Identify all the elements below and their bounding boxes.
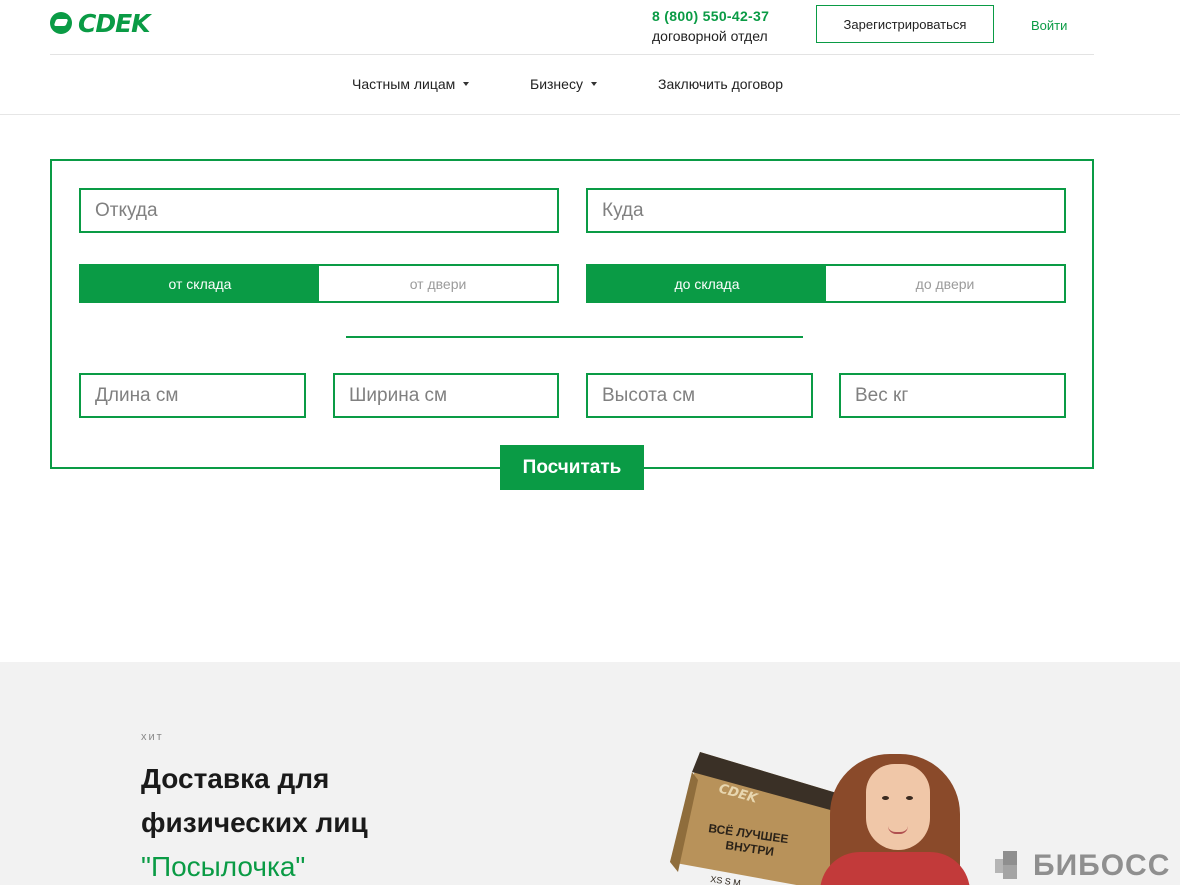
caret-down-icon — [463, 82, 470, 86]
weight-field[interactable] — [839, 373, 1066, 418]
to-type-toggle: до склада до двери — [586, 264, 1066, 303]
promo-title[interactable]: Доставка для физических лиц "Посылочка" — [141, 757, 368, 885]
caret-down-icon — [590, 82, 597, 86]
nav-item-label: Частным лицам — [352, 76, 456, 92]
promo-tag: хит — [141, 731, 164, 743]
to-input[interactable] — [588, 190, 1064, 231]
nav-item-business[interactable]: Бизнесу — [530, 76, 597, 92]
phone-caption: договорной отдел — [652, 28, 768, 44]
from-type-toggle: от склада от двери — [79, 264, 559, 303]
logo[interactable]: CDEK — [50, 8, 151, 38]
model-face — [866, 764, 930, 850]
length-field[interactable] — [79, 373, 306, 418]
to-door-option[interactable]: до двери — [826, 266, 1064, 301]
to-warehouse-option[interactable]: до склада — [588, 266, 826, 301]
weight-input[interactable] — [841, 375, 1064, 416]
nav-item-label: Заключить договор — [658, 76, 783, 92]
height-input[interactable] — [588, 375, 811, 416]
width-field[interactable] — [333, 373, 559, 418]
height-field[interactable] — [586, 373, 813, 418]
phone-number[interactable]: 8 (800) 550-42-37 — [652, 8, 769, 24]
promo-title-line: физических лиц — [141, 807, 368, 838]
from-input[interactable] — [81, 190, 557, 231]
from-field[interactable] — [79, 188, 559, 233]
from-door-option[interactable]: от двери — [319, 266, 557, 301]
to-field[interactable] — [586, 188, 1066, 233]
nav-item-contract[interactable]: Заключить договор — [658, 76, 783, 92]
calculate-button[interactable]: Посчитать — [500, 445, 644, 490]
promo-title-line: Доставка для — [141, 763, 330, 794]
box-sizes: XS S M — [710, 874, 742, 885]
delivery-calculator: от склада от двери до склада до двери — [50, 159, 1094, 469]
width-input[interactable] — [335, 375, 557, 416]
nav-item-private[interactable]: Частным лицам — [352, 76, 470, 92]
watermark: БИБОСС — [995, 849, 1170, 883]
register-button[interactable]: Зарегистрироваться — [816, 5, 994, 43]
model-shirt — [820, 852, 970, 885]
section-divider — [346, 336, 803, 338]
watermark-text: БИБОСС — [1033, 849, 1171, 882]
watermark-icon — [995, 851, 1025, 881]
model-eye — [882, 796, 889, 800]
length-input[interactable] — [81, 375, 304, 416]
logo-icon — [50, 12, 72, 34]
logo-text: CDEK — [78, 8, 151, 38]
header-divider — [50, 54, 1094, 55]
site-header: CDEK 8 (800) 550-42-37 договорной отдел … — [0, 0, 1180, 115]
main-nav: Частным лицам Бизнесу Заключить договор — [0, 76, 1180, 96]
promo-title-accent: "Посылочка" — [141, 851, 306, 882]
model-eye — [906, 796, 913, 800]
from-warehouse-option[interactable]: от склада — [81, 266, 319, 301]
nav-item-label: Бизнесу — [530, 76, 583, 92]
cdek-box-image: CDEK ВСЁ ЛУЧШЕЕ ВНУТРИ XS S M — [670, 752, 850, 885]
login-link[interactable]: Войти — [1031, 18, 1067, 33]
